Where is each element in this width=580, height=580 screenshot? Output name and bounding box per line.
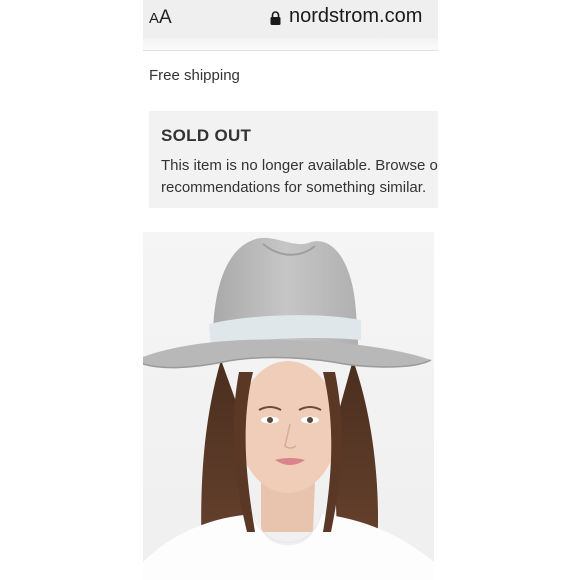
toolbar-shadow: [143, 38, 438, 50]
sold-out-message: This item is no longer available. Browse…: [161, 155, 438, 199]
sold-out-notice: SOLD OUT This item is no longer availabl…: [149, 111, 438, 208]
shipping-info: Free shipping: [149, 67, 240, 84]
phone-screen: AA nordstrom.com Free shipping SOLD OUT …: [143, 0, 438, 580]
product-image[interactable]: [143, 232, 434, 580]
browser-address-bar: AA nordstrom.com: [143, 0, 438, 38]
url-text[interactable]: nordstrom.com: [289, 5, 422, 28]
divider: [143, 50, 438, 51]
sold-out-title: SOLD OUT: [161, 126, 252, 145]
hat-model-photo: [143, 232, 434, 580]
lock-icon: [270, 11, 281, 25]
sold-out-message-line-2: recommendations for something similar.: [161, 179, 427, 196]
sold-out-message-line-1: This item is no longer available. Browse…: [161, 157, 438, 174]
text-size-button[interactable]: AA: [149, 7, 172, 29]
